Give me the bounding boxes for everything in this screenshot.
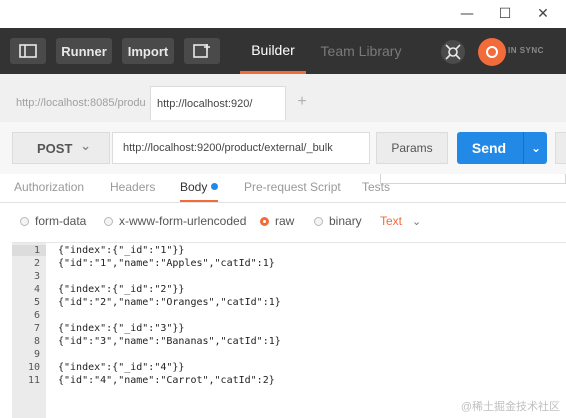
body-indicator-dot: [211, 183, 219, 190]
new-window-button[interactable]: [184, 38, 220, 64]
body-editor[interactable]: 1 2 3 4 5 6 7 8 9 10 11 {"index":{"_id":…: [12, 242, 566, 418]
radio-label: raw: [275, 214, 295, 228]
code-line: {"id":"1","name":"Apples","catId":1}: [58, 258, 275, 269]
method-label: POST: [37, 140, 73, 156]
tab-body[interactable]: Body: [180, 180, 219, 202]
radio-selected-icon: [260, 216, 269, 226]
tab-team-library[interactable]: Team Library: [316, 28, 406, 74]
request-subtabs: Authorization Headers Body Pre-request S…: [0, 174, 566, 203]
code-line: {"id":"4","name":"Carrot","catId":2}: [58, 375, 275, 386]
tab-headers[interactable]: Headers: [110, 180, 155, 194]
radio-icon: [314, 216, 323, 226]
watermark: @稀土掘金技术社区: [460, 401, 560, 413]
chevron-down-icon: ⌄: [80, 139, 91, 154]
line-number: 2: [33, 258, 40, 269]
send-divider: [523, 132, 524, 164]
sidebar-icon: [19, 44, 37, 58]
maximize-button[interactable]: ☐: [492, 4, 518, 24]
line-number-gutter: 1 2 3 4 5 6 7 8 9 10 11: [12, 243, 46, 418]
chevron-down-icon[interactable]: ⌄: [527, 141, 545, 155]
radio-form-data[interactable]: form-data: [20, 214, 86, 228]
sync-icon[interactable]: [478, 38, 506, 66]
radio-icon: [104, 216, 113, 226]
code-line: {"id":"2","name":"Oranges","catId":1}: [58, 297, 281, 308]
tab-authorization[interactable]: Authorization: [14, 180, 84, 194]
code-line: {"index":{"_id":"1"}}: [58, 245, 185, 256]
radio-urlencoded[interactable]: x-www-form-urlencoded: [104, 214, 246, 228]
code-line: {"id":"3","name":"Bananas","catId":1}: [58, 336, 281, 347]
save-button[interactable]: [555, 132, 566, 164]
close-button[interactable]: ✕: [530, 4, 556, 24]
sidebar-toggle-button[interactable]: [10, 38, 46, 64]
radio-label: x-www-form-urlencoded: [119, 214, 247, 228]
send-button[interactable]: Send ⌄: [457, 132, 547, 164]
code-line: {"index":{"_id":"4"}}: [58, 362, 185, 373]
title-bar: — ☐ ✕: [0, 0, 566, 28]
radio-label: binary: [329, 214, 362, 228]
minimize-button[interactable]: —: [454, 4, 480, 24]
body-type-selector: form-data x-www-form-urlencoded raw bina…: [0, 202, 566, 238]
request-tab[interactable]: http://localhost:8085/produ: [10, 86, 148, 120]
runner-button[interactable]: Runner: [56, 38, 112, 64]
line-number: 10: [27, 362, 40, 373]
line-number: 6: [33, 310, 40, 321]
radio-label: form-data: [35, 214, 87, 228]
request-tab-active[interactable]: http://localhost:920/: [150, 86, 286, 120]
line-number: 8: [33, 336, 40, 347]
url-bar: POST ⌄ http://localhost:9200/product/ext…: [0, 122, 566, 174]
chevron-down-icon: ⌄: [412, 214, 422, 228]
line-number: 7: [33, 323, 40, 334]
params-button[interactable]: Params: [376, 132, 448, 164]
method-select[interactable]: POST ⌄: [12, 132, 110, 164]
radio-binary[interactable]: binary: [314, 214, 362, 228]
code-line: {"index":{"_id":"2"}}: [58, 284, 185, 295]
sync-status: IN SYNC: [508, 46, 544, 55]
interceptor-icon[interactable]: [440, 39, 466, 65]
tab-tests[interactable]: Tests: [362, 180, 390, 194]
tab-body-label: Body: [180, 180, 208, 194]
request-tabs-bar: http://localhost:8085/produ http://local…: [0, 74, 566, 184]
line-number: 5: [33, 297, 40, 308]
format-select[interactable]: Text ⌄: [380, 214, 421, 228]
url-input[interactable]: http://localhost:9200/product/external/_…: [112, 132, 370, 164]
new-window-icon: [193, 44, 210, 58]
line-number: 1: [12, 245, 46, 256]
send-label: Send: [471, 140, 507, 156]
add-tab-button[interactable]: +: [290, 92, 314, 112]
radio-raw[interactable]: raw: [260, 214, 294, 228]
line-number: 9: [33, 349, 40, 360]
line-number: 4: [33, 284, 40, 295]
import-button[interactable]: Import: [122, 38, 174, 64]
format-label: Text: [380, 214, 403, 228]
radio-icon: [20, 216, 29, 226]
line-number: 11: [27, 375, 40, 386]
request-tab-label: http://localhost:920/: [157, 97, 253, 110]
line-number: 3: [33, 271, 40, 282]
tab-builder[interactable]: Builder: [240, 28, 306, 74]
app-header: Runner Import Builder Team Library IN SY…: [0, 28, 566, 74]
code-line: {"index":{"_id":"3"}}: [58, 323, 185, 334]
tab-prerequest-script[interactable]: Pre-request Script: [244, 180, 341, 194]
